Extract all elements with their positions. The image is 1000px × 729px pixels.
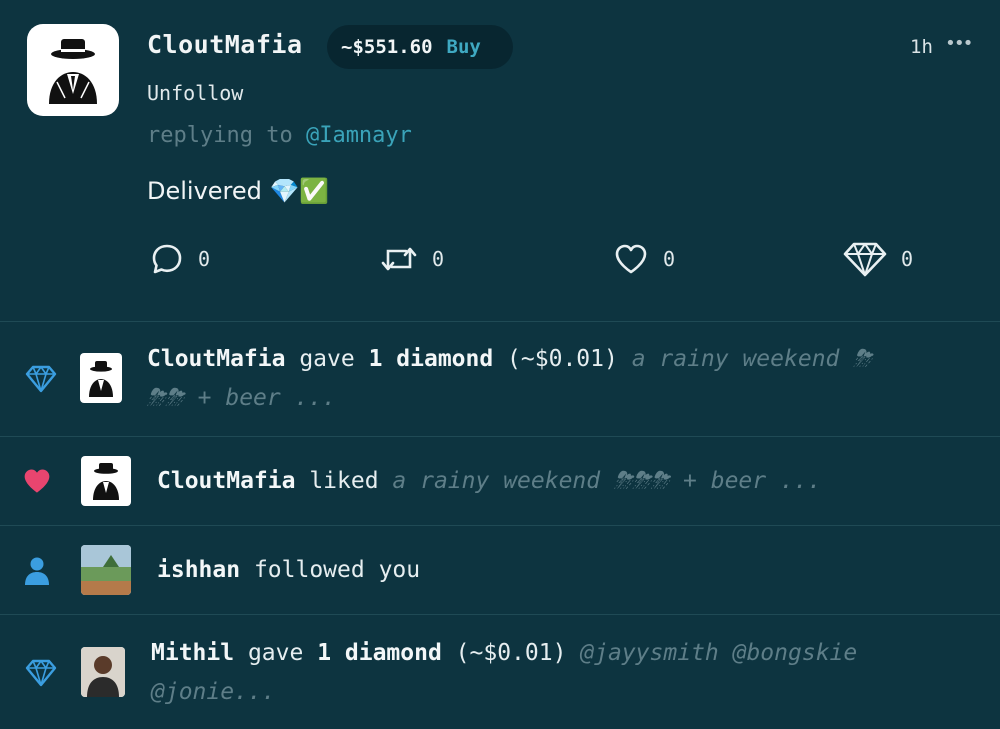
notification-amount: 1 diamond <box>368 346 494 372</box>
notification-value: (~$0.01) <box>493 346 632 372</box>
comment-icon <box>152 244 182 274</box>
divider <box>0 436 1000 437</box>
heart-icon <box>615 244 647 274</box>
buy-button[interactable]: Buy <box>447 36 481 58</box>
replying-prefix: replying to <box>147 123 306 148</box>
divider <box>0 525 1000 526</box>
notification-text: ishhan followed you <box>157 551 420 590</box>
repost-button[interactable]: 0 <box>380 240 444 278</box>
avatar[interactable] <box>81 456 131 506</box>
post-card: CloutMafia ~$551.60 Buy 1h ••• Unfollow … <box>0 0 1000 321</box>
notification-user[interactable]: ishhan <box>157 557 240 583</box>
notification-action: liked <box>295 468 393 494</box>
unfollow-button[interactable]: Unfollow <box>147 81 243 105</box>
like-count: 0 <box>663 247 676 271</box>
post-time: 1h <box>910 36 933 58</box>
notification-value: (~$0.01) <box>441 640 581 666</box>
avatar[interactable] <box>81 545 131 595</box>
replying-to: replying to @Iamnayr <box>147 123 412 148</box>
comment-button[interactable]: 0 <box>150 240 210 278</box>
diamond-button[interactable]: 0 <box>843 240 913 278</box>
person-photo-icon <box>81 647 125 697</box>
diamond-count: 0 <box>901 247 914 271</box>
notification-snippet[interactable]: a rainy weekend ⛈ <box>632 346 872 372</box>
avatar[interactable] <box>81 647 125 697</box>
replying-handle-link[interactable]: @Iamnayr <box>306 123 412 148</box>
diamond-icon <box>843 242 887 277</box>
diamond-icon <box>25 659 57 687</box>
notification-action: gave <box>234 640 318 666</box>
notification-action: followed you <box>240 557 421 583</box>
notification-snippet[interactable]: @jayysmith @bongskie <box>580 640 857 666</box>
mafia-avatar-icon <box>89 361 113 397</box>
divider <box>0 614 1000 615</box>
coin-price: ~$551.60 <box>341 36 433 58</box>
post-body: Delivered 💎✅ <box>147 177 330 205</box>
avatar[interactable] <box>80 353 122 403</box>
notification-text: Mithil gave 1 diamond (~$0.01) @jayysmit… <box>151 634 857 712</box>
notification-user[interactable]: Mithil <box>151 640 234 666</box>
divider <box>0 321 1000 322</box>
repost-count: 0 <box>432 247 445 271</box>
heart-icon <box>24 469 50 493</box>
notification-snippet[interactable]: a rainy weekend ⛈⛈⛈ + beer ... <box>392 468 821 494</box>
notification-snippet-cont[interactable]: ⛈⛈ + beer ... <box>147 385 336 411</box>
notification-snippet-cont[interactable]: @jonie... <box>151 679 276 705</box>
more-options-icon[interactable]: ••• <box>945 33 973 54</box>
person-icon <box>25 557 49 585</box>
repost-icon <box>381 247 417 271</box>
notification-action: gave <box>285 346 369 372</box>
diamond-icon <box>25 365 57 393</box>
coin-price-pill[interactable]: ~$551.60 Buy <box>327 25 513 69</box>
notification-text: CloutMafia gave 1 diamond (~$0.01) a rai… <box>147 340 872 418</box>
mafia-avatar-icon <box>93 463 119 500</box>
user-avatar[interactable] <box>27 24 119 116</box>
like-button[interactable]: 0 <box>613 240 675 278</box>
notification-text: CloutMafia liked a rainy weekend ⛈⛈⛈ + b… <box>157 462 822 501</box>
notification-user[interactable]: CloutMafia <box>157 468 295 494</box>
comment-count: 0 <box>198 247 211 271</box>
notification-amount: 1 diamond <box>317 640 442 666</box>
notification-user[interactable]: CloutMafia <box>147 346 285 372</box>
post-username[interactable]: CloutMafia <box>147 30 303 59</box>
landscape-photo-icon <box>81 545 131 595</box>
mafia-avatar-icon <box>49 39 97 104</box>
